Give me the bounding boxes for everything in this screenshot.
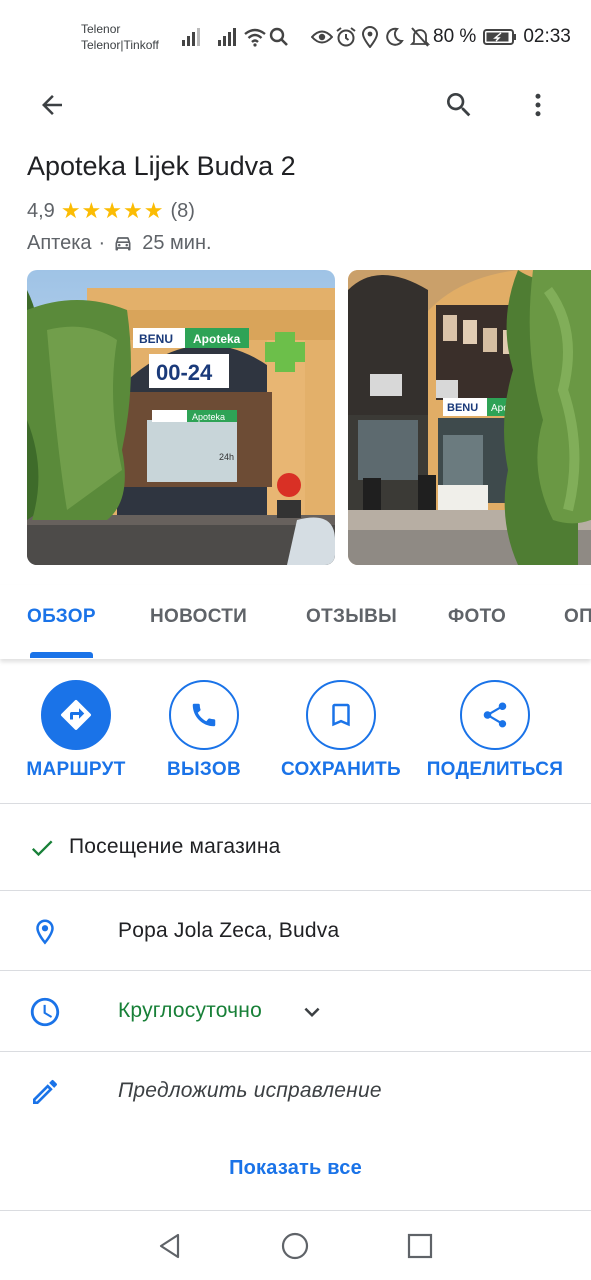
system-nav-bar: [0, 1212, 591, 1280]
signal-icons: [181, 22, 289, 52]
place-title: Apoteka Lijek Budva 2: [27, 151, 296, 181]
nav-recents-icon: [407, 1233, 433, 1259]
suggest-edit-link[interactable]: Предложить исправление: [118, 1079, 382, 1103]
share-circle[interactable]: [460, 680, 530, 750]
divider: [0, 970, 591, 971]
save-button[interactable]: СОХРАНИТЬ: [271, 680, 411, 781]
nav-back-button[interactable]: [152, 1228, 188, 1264]
more-options-button[interactable]: [514, 81, 562, 129]
share-label: ПОДЕЛИТЬСЯ: [426, 759, 564, 780]
back-button[interactable]: [28, 81, 76, 129]
storefront-photo-2: BENU Apoteka: [348, 270, 591, 565]
nav-home-button[interactable]: [277, 1228, 313, 1264]
tab-reviews[interactable]: ОТЗЫВЫ: [306, 606, 397, 628]
show-all-link[interactable]: Показать все: [0, 1157, 591, 1180]
rating-value: 4,9: [27, 199, 55, 222]
search-status-icon: [269, 27, 288, 46]
search-icon: [447, 93, 471, 117]
carrier-label: Telenor Telenor|Tinkoff: [81, 21, 159, 53]
place-meta: Аптека · 25 мин.: [27, 230, 212, 256]
battery-percent: 80 %: [433, 26, 477, 47]
pencil-icon: [27, 1074, 63, 1110]
arrow-left-icon: [42, 95, 62, 115]
save-circle[interactable]: [306, 680, 376, 750]
directions-label: МАРШРУТ: [26, 759, 126, 780]
share-button[interactable]: ПОДЕЛИТЬСЯ: [420, 680, 570, 781]
signal-strength-icon: [182, 28, 200, 46]
status-icons-right: 80 % 02:33: [311, 22, 571, 52]
review-count: (8): [170, 199, 195, 222]
tab-bar: ОБЗОР НОВОСТИ ОТЗЫВЫ ФОТО ОП: [0, 585, 591, 659]
place-photo-1[interactable]: BENU Apoteka 00-24 Apoteka 24h: [27, 270, 335, 565]
address-text[interactable]: Popa Jola Zeca, Budva: [118, 919, 339, 943]
status-bar: Telenor Telenor|Tinkoff 80 % 02:33: [0, 0, 591, 72]
meta-separator: ·: [98, 231, 106, 254]
wifi-icon: [244, 28, 266, 47]
save-label: СОХРАНИТЬ: [280, 759, 402, 780]
nav-home-icon: [281, 1232, 309, 1260]
sign-hours: 00-24: [156, 360, 213, 385]
bell-off-icon: [410, 27, 430, 47]
active-tab-indicator: [30, 652, 93, 658]
phone-icon: [192, 703, 216, 727]
nav-back-icon: [159, 1233, 180, 1259]
share-icon: [483, 702, 507, 728]
star-icon: ★: [102, 198, 123, 223]
eye-icon: [311, 30, 333, 44]
directions-icon: [61, 699, 92, 730]
alarm-icon: [336, 27, 356, 47]
rating-row[interactable]: 4,9 ★ ★ ★ ★ ★ (8): [27, 198, 195, 224]
travel-time: 25 мин.: [142, 231, 212, 254]
star-icon: ★: [60, 198, 81, 223]
check-icon: [24, 830, 60, 866]
clock: 02:33: [523, 26, 571, 47]
tab-photos[interactable]: ФОТО: [448, 606, 506, 628]
place-category: Аптека: [27, 231, 92, 254]
star-icon: ★: [123, 198, 143, 223]
star-icon: ★: [81, 198, 102, 223]
search-button[interactable]: [435, 81, 483, 129]
divider: [0, 1210, 591, 1211]
bookmark-icon: [332, 703, 350, 727]
chevron-down-icon[interactable]: [294, 994, 330, 1030]
small-hours: 24h: [219, 452, 234, 462]
divider: [0, 890, 591, 891]
tab-overview[interactable]: ОБЗОР: [27, 606, 96, 628]
sign-brand-2: BENU: [447, 402, 478, 414]
star-rating: ★ ★ ★ ★ ★: [61, 200, 165, 222]
tab-news[interactable]: НОВОСТИ: [150, 606, 247, 628]
divider: [0, 1051, 591, 1052]
star-icon: ★: [143, 198, 164, 223]
tab-about[interactable]: ОП: [564, 606, 591, 628]
location-pin-icon: [27, 914, 63, 950]
battery-icon: [483, 29, 517, 45]
instore-label: Посещение магазина: [69, 835, 281, 858]
call-label: ВЫЗОВ: [167, 759, 241, 780]
nav-recents-button[interactable]: [402, 1228, 438, 1264]
clock-icon: [27, 994, 63, 1030]
directions-circle[interactable]: [41, 680, 111, 750]
car-icon: [115, 237, 131, 251]
more-vert-icon: [535, 93, 541, 117]
place-photo-2[interactable]: BENU Apoteka: [348, 270, 591, 565]
storefront-photo: BENU Apoteka 00-24 Apoteka 24h: [27, 270, 335, 565]
moon-icon: [386, 27, 404, 46]
divider: [0, 803, 591, 804]
call-button[interactable]: ВЫЗОВ: [154, 680, 254, 781]
sign-name-1: Apoteka: [193, 332, 241, 346]
carrier-2: Telenor|Tinkoff: [81, 38, 159, 52]
sign-brand-1: BENU: [139, 332, 173, 346]
call-circle[interactable]: [169, 680, 239, 750]
carrier-1: Telenor: [81, 22, 121, 36]
small-sign: Apoteka: [192, 412, 225, 422]
directions-button[interactable]: МАРШРУТ: [26, 680, 126, 781]
location-status-icon: [361, 26, 379, 48]
signal-strength-2-icon: [218, 28, 236, 46]
hours-status[interactable]: Круглосуточно: [118, 999, 262, 1023]
